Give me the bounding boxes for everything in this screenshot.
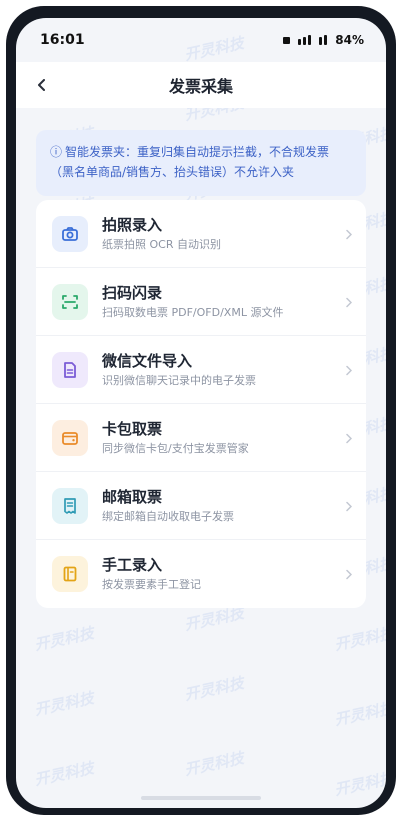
method-wechat[interactable]: 微信文件导入 识别微信聊天记录中的电子发票 — [36, 336, 366, 404]
watermark: 开灵科技 — [182, 748, 246, 780]
chevron-left-icon — [38, 79, 45, 91]
method-title: 扫码闪录 — [102, 283, 163, 302]
status-bar: 16:01 84% — [16, 18, 386, 62]
info-icon: ⓘ — [50, 145, 63, 159]
watermark: 开灵科技 — [32, 623, 96, 655]
method-title: 邮箱取票 — [102, 487, 163, 506]
method-cardpack[interactable]: 卡包取票 同步微信卡包/支付宝发票管家 — [36, 404, 366, 472]
method-title: 手工录入 — [102, 556, 163, 574]
collection-methods-list: 拍照录入 纸票拍照 OCR 自动识别 扫码闪录 扫码取数电票 PDF/OFD/X… — [36, 200, 366, 608]
method-manual[interactable]: 手工录入 按发票要素手工登记 — [36, 540, 366, 608]
watermark: 开灵科技 — [32, 688, 96, 720]
home-indicator — [141, 796, 261, 800]
chevron-right-icon — [346, 360, 353, 379]
chevron-right-icon — [346, 565, 353, 584]
status-time: 16:01 — [40, 32, 85, 48]
watermark: 开灵科技 — [332, 768, 386, 800]
method-icon-bg — [52, 215, 88, 252]
method-subtitle: 识别微信聊天记录中的电子发票 — [102, 373, 256, 387]
battery-level: 84% — [335, 33, 364, 47]
method-icon-bg — [52, 283, 88, 320]
wifi-bars-icon — [319, 35, 328, 45]
method-scan[interactable]: 扫码闪录 扫码取数电票 PDF/OFD/XML 源文件 — [36, 268, 366, 336]
signal-bars-icon — [298, 35, 312, 45]
method-subtitle: 按发票要素手工登记 — [102, 578, 201, 591]
method-text: 扫码闪录 扫码取数电票 PDF/OFD/XML 源文件 — [102, 284, 338, 320]
back-button[interactable] — [30, 73, 54, 97]
status-indicators: 84% — [283, 33, 364, 47]
method-icon-bg — [52, 556, 88, 592]
notice-banner: ⓘ 智能发票夹：重复归集自动提示拦截，不合规发票（黑名单商品/销售方、抬头错误）不… — [36, 130, 366, 196]
method-subtitle: 同步微信卡包/支付宝发票管家 — [102, 441, 249, 455]
watermark: 开灵科技 — [332, 698, 386, 730]
receipt-icon — [64, 497, 76, 514]
method-text: 微信文件导入 识别微信聊天记录中的电子发票 — [102, 352, 338, 388]
method-title: 拍照录入 — [102, 215, 163, 234]
wallet-icon — [62, 431, 78, 445]
method-icon-bg — [52, 351, 88, 388]
method-title: 卡包取票 — [102, 419, 163, 438]
watermark: 开灵科技 — [332, 623, 386, 655]
watermark: 开灵科技 — [32, 758, 96, 790]
nav-bar: 发票采集 — [16, 62, 386, 108]
method-icon-bg — [52, 487, 88, 524]
chevron-right-icon — [346, 428, 353, 447]
method-subtitle: 绑定邮箱自动收取电子发票 — [102, 509, 234, 523]
method-mailbox[interactable]: 邮箱取票 绑定邮箱自动收取电子发票 — [36, 472, 366, 540]
document-icon — [64, 361, 76, 378]
method-subtitle: 扫码取数电票 PDF/OFD/XML 源文件 — [102, 305, 284, 319]
chevron-right-icon — [346, 292, 353, 311]
method-title: 微信文件导入 — [102, 351, 193, 370]
scan-icon — [62, 294, 78, 309]
method-text: 拍照录入 纸票拍照 OCR 自动识别 — [102, 216, 338, 252]
method-text: 邮箱取票 绑定邮箱自动收取电子发票 — [102, 488, 338, 524]
method-text: 手工录入 按发票要素手工登记 — [102, 556, 338, 592]
cellular-signal-icon — [283, 36, 291, 44]
method-photo[interactable]: 拍照录入 纸票拍照 OCR 自动识别 — [36, 200, 366, 268]
method-subtitle: 纸票拍照 OCR 自动识别 — [102, 237, 221, 251]
chevron-right-icon — [346, 496, 353, 515]
method-text: 卡包取票 同步微信卡包/支付宝发票管家 — [102, 420, 338, 456]
watermark: 开灵科技 — [182, 673, 246, 705]
screen: 开灵科技 开灵科技 开灵科技 开灵科技 开灵科技 开灵科技 开灵科技 开灵科技 … — [16, 18, 386, 808]
method-icon-bg — [52, 419, 88, 456]
camera-icon — [62, 226, 78, 241]
notice-text: 智能发票夹：重复归集自动提示拦截，不合规发票（黑名单商品/销售方、抬头错误）不允… — [50, 145, 330, 179]
chevron-right-icon — [346, 224, 353, 243]
page-title: 发票采集 — [168, 77, 233, 96]
edit-icon — [63, 566, 77, 582]
